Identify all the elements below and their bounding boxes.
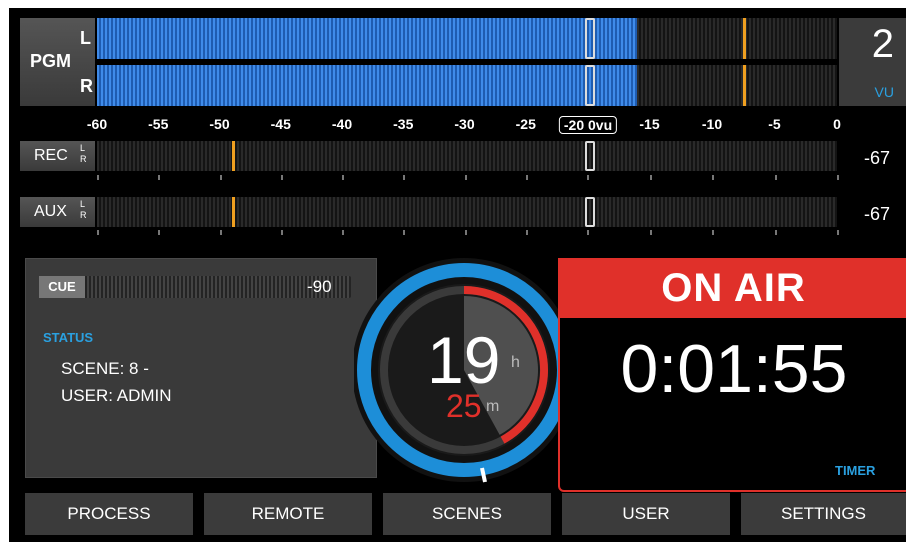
scale-zero-reference: -20 0vu xyxy=(558,116,618,134)
aux-value: -67 xyxy=(863,204,890,224)
meter-tick xyxy=(712,230,714,235)
meter-tick xyxy=(280,230,283,235)
user-button[interactable]: USER xyxy=(562,493,730,535)
aux-lr-label: LR xyxy=(80,199,87,220)
meter-tick xyxy=(464,175,467,180)
scale-tick-label: -60 xyxy=(86,116,108,132)
meter-tick xyxy=(837,175,839,180)
meter-tick xyxy=(712,175,714,180)
pgm-left-label: L xyxy=(80,28,91,48)
clock-minutes-unit: m xyxy=(486,398,500,415)
scale-tick-label: -15 xyxy=(639,116,660,132)
pgm-meter-left-fill xyxy=(97,18,638,59)
aux-label: AUX xyxy=(34,203,67,220)
meter-tick xyxy=(587,175,589,180)
rec-label: REC xyxy=(34,147,68,164)
pgm-zero-marker-right xyxy=(585,65,595,106)
status-scene: SCENE: 8 - xyxy=(61,359,149,378)
rec-lr-label: LR xyxy=(80,143,87,164)
rec-ticks xyxy=(97,175,839,181)
scale-tick-label: -25 xyxy=(515,116,536,132)
pgm-peak-right xyxy=(743,65,747,106)
cue-meter xyxy=(39,276,351,298)
meter-tick xyxy=(649,175,652,180)
rec-value: -67 xyxy=(863,148,890,168)
vu-unit: VU xyxy=(874,84,894,100)
meter-tick xyxy=(158,175,161,180)
settings-button[interactable]: SETTINGS xyxy=(741,493,906,535)
meter-tick xyxy=(403,175,406,180)
pgm-zero-marker-left xyxy=(585,18,595,59)
pgm-meter-right xyxy=(97,65,837,106)
rec-meter xyxy=(97,141,837,171)
pgm-meter-right-fill xyxy=(97,65,638,106)
timer-label: TIMER xyxy=(835,463,876,478)
status-user: USER: ADMIN xyxy=(61,386,172,405)
meter-tick xyxy=(97,175,99,180)
process-button[interactable]: PROCESS xyxy=(25,493,193,535)
meter-tick xyxy=(342,175,344,180)
rec-peak xyxy=(231,141,235,171)
aux-ticks xyxy=(97,230,839,236)
scale-tick-label: -5 xyxy=(768,116,781,132)
rec-zero-marker xyxy=(585,141,595,171)
meter-tick xyxy=(464,230,467,235)
meter-tick xyxy=(97,230,99,235)
pgm-right-label: R xyxy=(80,76,93,96)
meter-tick xyxy=(280,175,283,180)
meter-tick xyxy=(587,230,589,235)
onair-label: ON AIR xyxy=(558,258,906,318)
clock-minutes: 25 xyxy=(446,388,482,424)
cue-value: -90 xyxy=(307,277,332,296)
db-scale: -20 0vu -60 -55 -50 -45 -40 -35 -30 -25 -15 -10 -5… xyxy=(9,116,906,136)
scale-tick-label: -45 xyxy=(270,116,291,132)
console-screen: PGM L R 2 VU -20 0vu -60 -55 -50 -45 -40 -35-… xyxy=(9,8,906,542)
pgm-label: PGM xyxy=(30,51,72,71)
timer-value: 0:01:55 xyxy=(620,331,848,407)
meter-tick xyxy=(219,175,222,180)
meter-tick xyxy=(525,175,528,180)
meter-tick xyxy=(219,230,222,235)
meter-tick xyxy=(649,230,652,235)
remote-button[interactable]: REMOTE xyxy=(204,493,372,535)
cue-label: CUE xyxy=(39,276,85,298)
pgm-label-block: PGM L R xyxy=(20,18,95,106)
meter-tick xyxy=(837,230,839,235)
clock-hours: 19 xyxy=(427,323,501,397)
meter-tick xyxy=(158,230,161,235)
aux-label-block: AUX LR xyxy=(20,197,95,227)
scenes-button[interactable]: SCENES xyxy=(383,493,551,535)
aux-meter xyxy=(97,197,837,227)
meter-tick xyxy=(342,230,344,235)
scale-tick-label: -30 xyxy=(454,116,475,132)
aux-zero-marker xyxy=(585,197,595,227)
scale-tick-label: 0 xyxy=(833,116,841,132)
status-title: STATUS xyxy=(43,330,94,345)
meter-tick xyxy=(774,230,777,235)
meter-tick xyxy=(774,175,777,180)
clock-hours-unit: h xyxy=(511,354,520,371)
scale-tick-label: -35 xyxy=(393,116,414,132)
scale-tick-label: -40 xyxy=(331,116,353,132)
scale-tick-label: -10 xyxy=(701,116,723,132)
meter-tick xyxy=(525,230,528,235)
aux-peak xyxy=(231,197,235,227)
pgm-meter-left xyxy=(97,18,837,59)
scale-tick-label: -50 xyxy=(209,116,230,132)
vu-readout: 2 VU xyxy=(839,18,906,106)
meter-tick xyxy=(403,230,406,235)
pgm-peak-left xyxy=(743,18,747,59)
scale-tick-label: -55 xyxy=(148,116,169,132)
rec-label-block: REC LR xyxy=(20,141,95,171)
vu-number: 2 xyxy=(871,22,894,66)
